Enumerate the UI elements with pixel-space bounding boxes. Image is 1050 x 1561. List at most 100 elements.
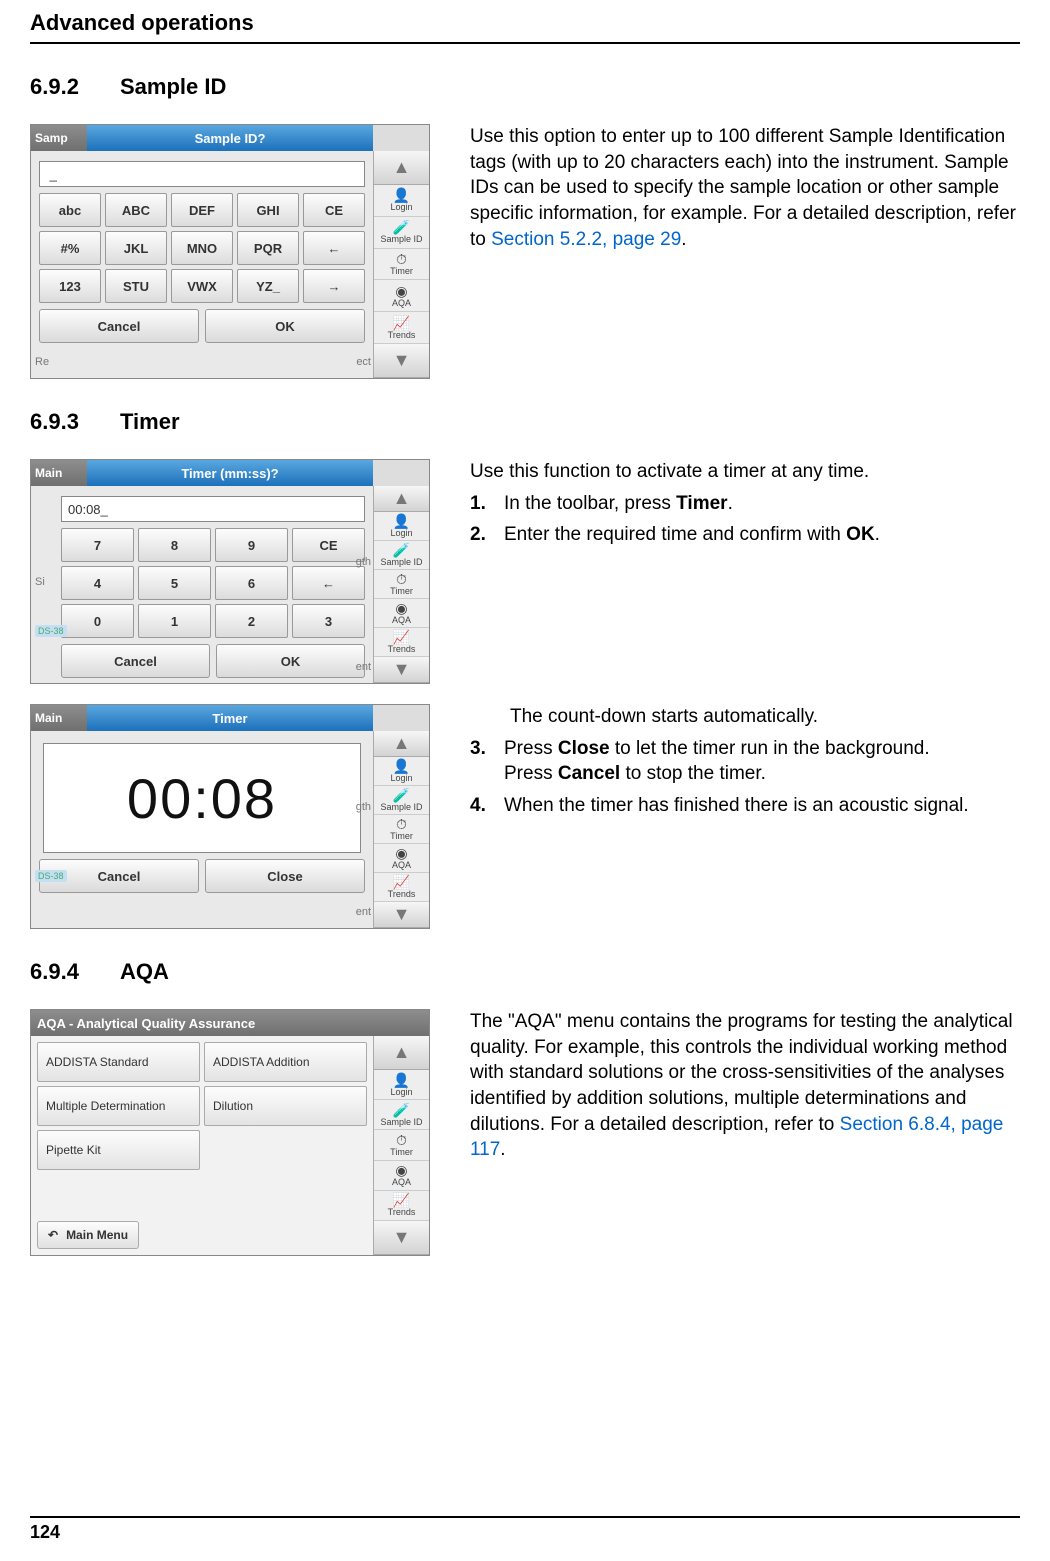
rail-sample-id[interactable]: 🧪Sample ID — [374, 217, 429, 249]
row-sample-id: Samp Sample ID? _ abc ABC DEF GHI CE #% — [30, 124, 1020, 379]
rail-login[interactable]: 👤Login — [374, 185, 429, 217]
keypad: abc ABC DEF GHI CE #% JKL MNO PQR ← 123 … — [39, 193, 365, 303]
key-7[interactable]: 7 — [61, 528, 134, 562]
key-5[interactable]: 5 — [138, 566, 211, 600]
aqa-tile-dilution[interactable]: Dilution — [204, 1086, 367, 1126]
key-right[interactable]: → — [303, 269, 365, 303]
timer-run-text: The count-down starts automatically. 3. … — [470, 704, 1020, 825]
key-6[interactable]: 6 — [215, 566, 288, 600]
trends-icon: 📈 — [393, 316, 410, 330]
key-123[interactable]: 123 — [39, 269, 101, 303]
aqa-icon: ◉ — [395, 846, 407, 860]
key-ABC[interactable]: ABC — [105, 193, 167, 227]
page: Advanced operations 6.9.2Sample ID Samp … — [0, 0, 1050, 1561]
key-abc[interactable]: abc — [39, 193, 101, 227]
bg-text: ent — [356, 661, 371, 673]
cancel-button[interactable]: Cancel — [61, 644, 210, 678]
row-aqa: AQA - Analytical Quality Assurance ADDIS… — [30, 1009, 1020, 1256]
rail-sample-id[interactable]: 🧪Sample ID — [374, 786, 429, 815]
timer-icon: ⏱ — [396, 817, 407, 831]
timer-entry-dialog-screenshot: Main Timer (mm:ss)? DS-38 00:08_ 7 8 9 C… — [30, 459, 430, 684]
bg-text: ect — [356, 356, 371, 368]
key-backspace[interactable]: ← — [303, 231, 365, 265]
main-menu-button[interactable]: ↶ Main Menu — [37, 1221, 139, 1249]
rail-timer[interactable]: ⏱Timer — [374, 815, 429, 844]
scroll-down-button[interactable]: ▼ — [374, 902, 429, 928]
bg-window-title: Main — [31, 460, 87, 486]
screenshot-timer-run: Main Timer DS-38 00:08 Cancel Close gth … — [30, 704, 430, 929]
sample-id-input[interactable]: _ — [39, 161, 365, 187]
dialog-title: Sample ID? — [87, 125, 373, 151]
key-PQR[interactable]: PQR — [237, 231, 299, 265]
modal-area: DS-38 00:08_ 7 8 9 CE 4 5 6 ← 0 1 — [31, 486, 373, 683]
rail-login[interactable]: 👤Login — [374, 1070, 429, 1100]
cancel-button[interactable]: Cancel — [39, 309, 199, 343]
scroll-up-button[interactable]: ▲ — [374, 731, 429, 757]
rail-sample-id[interactable]: 🧪Sample ID — [374, 541, 429, 570]
key-9[interactable]: 9 — [215, 528, 288, 562]
aqa-tile-multiple-determination[interactable]: Multiple Determination — [37, 1086, 200, 1126]
ds-tag: DS-38 — [35, 870, 67, 882]
key-YZ[interactable]: YZ_ — [237, 269, 299, 303]
ok-button[interactable]: OK — [205, 309, 365, 343]
close-button[interactable]: Close — [205, 859, 365, 893]
key-DEF[interactable]: DEF — [171, 193, 233, 227]
rail-aqa[interactable]: ◉AQA — [374, 599, 429, 628]
login-icon: 👤 — [393, 188, 410, 202]
top-rule — [30, 42, 1020, 44]
key-CE[interactable]: CE — [303, 193, 365, 227]
lead-text: The count-down starts automatically. — [510, 704, 1020, 730]
scroll-up-button[interactable]: ▲ — [374, 1036, 429, 1070]
xref-link[interactable]: Section 5.2.2, page 29 — [491, 229, 681, 250]
rail-timer[interactable]: ⏱Timer — [374, 1130, 429, 1160]
rail-trends[interactable]: 📈Trends — [374, 628, 429, 657]
rail-trends[interactable]: 📈Trends — [374, 312, 429, 344]
running-head: Advanced operations — [30, 10, 1020, 36]
bg-text: Re — [35, 356, 49, 368]
scroll-up-button[interactable]: ▲ — [374, 486, 429, 512]
rail-aqa[interactable]: ◉AQA — [374, 844, 429, 873]
rail-login[interactable]: 👤Login — [374, 512, 429, 541]
key-0[interactable]: 0 — [61, 604, 134, 638]
rail-login[interactable]: 👤Login — [374, 757, 429, 786]
aqa-tile-addista-standard[interactable]: ADDISTA Standard — [37, 1042, 200, 1082]
timer-icon: ⏱ — [396, 252, 407, 266]
key-STU[interactable]: STU — [105, 269, 167, 303]
key-4[interactable]: 4 — [61, 566, 134, 600]
scroll-down-button[interactable]: ▼ — [374, 657, 429, 683]
sample-id-icon: 🧪 — [393, 220, 410, 234]
scroll-down-button[interactable]: ▼ — [374, 344, 429, 378]
key-2[interactable]: 2 — [215, 604, 288, 638]
rail-timer[interactable]: ⏱Timer — [374, 570, 429, 599]
rail-trends[interactable]: 📈Trends — [374, 1191, 429, 1221]
key-backspace[interactable]: ← — [292, 566, 365, 600]
key-hash[interactable]: #% — [39, 231, 101, 265]
step-number: 1. — [470, 491, 504, 517]
aqa-tile-pipette-kit[interactable]: Pipette Kit — [37, 1130, 200, 1170]
rail-trends[interactable]: 📈Trends — [374, 873, 429, 902]
key-CE[interactable]: CE — [292, 528, 365, 562]
rail-aqa[interactable]: ◉AQA — [374, 1161, 429, 1191]
heading-title: Timer — [120, 409, 180, 434]
key-3[interactable]: 3 — [292, 604, 365, 638]
rail-timer[interactable]: ⏱Timer — [374, 249, 429, 281]
ok-button[interactable]: OK — [216, 644, 365, 678]
timer-value-input[interactable]: 00:08_ — [61, 496, 365, 522]
screenshot-sample-id: Samp Sample ID? _ abc ABC DEF GHI CE #% — [30, 124, 430, 379]
timer-display: 00:08 — [43, 743, 361, 853]
key-VWX[interactable]: VWX — [171, 269, 233, 303]
key-1[interactable]: 1 — [138, 604, 211, 638]
numeric-keypad: 7 8 9 CE 4 5 6 ← 0 1 2 3 — [61, 528, 365, 638]
dialog-title: Timer (mm:ss)? — [87, 460, 373, 486]
key-MNO[interactable]: MNO — [171, 231, 233, 265]
bg-text: ent — [356, 906, 371, 918]
key-JKL[interactable]: JKL — [105, 231, 167, 265]
heading-6-9-4: 6.9.4AQA — [30, 959, 1020, 985]
aqa-tile-addista-addition[interactable]: ADDISTA Addition — [204, 1042, 367, 1082]
key-GHI[interactable]: GHI — [237, 193, 299, 227]
key-8[interactable]: 8 — [138, 528, 211, 562]
rail-sample-id[interactable]: 🧪Sample ID — [374, 1100, 429, 1130]
scroll-up-button[interactable]: ▲ — [374, 151, 429, 185]
rail-aqa[interactable]: ◉AQA — [374, 280, 429, 312]
scroll-down-button[interactable]: ▼ — [374, 1221, 429, 1255]
